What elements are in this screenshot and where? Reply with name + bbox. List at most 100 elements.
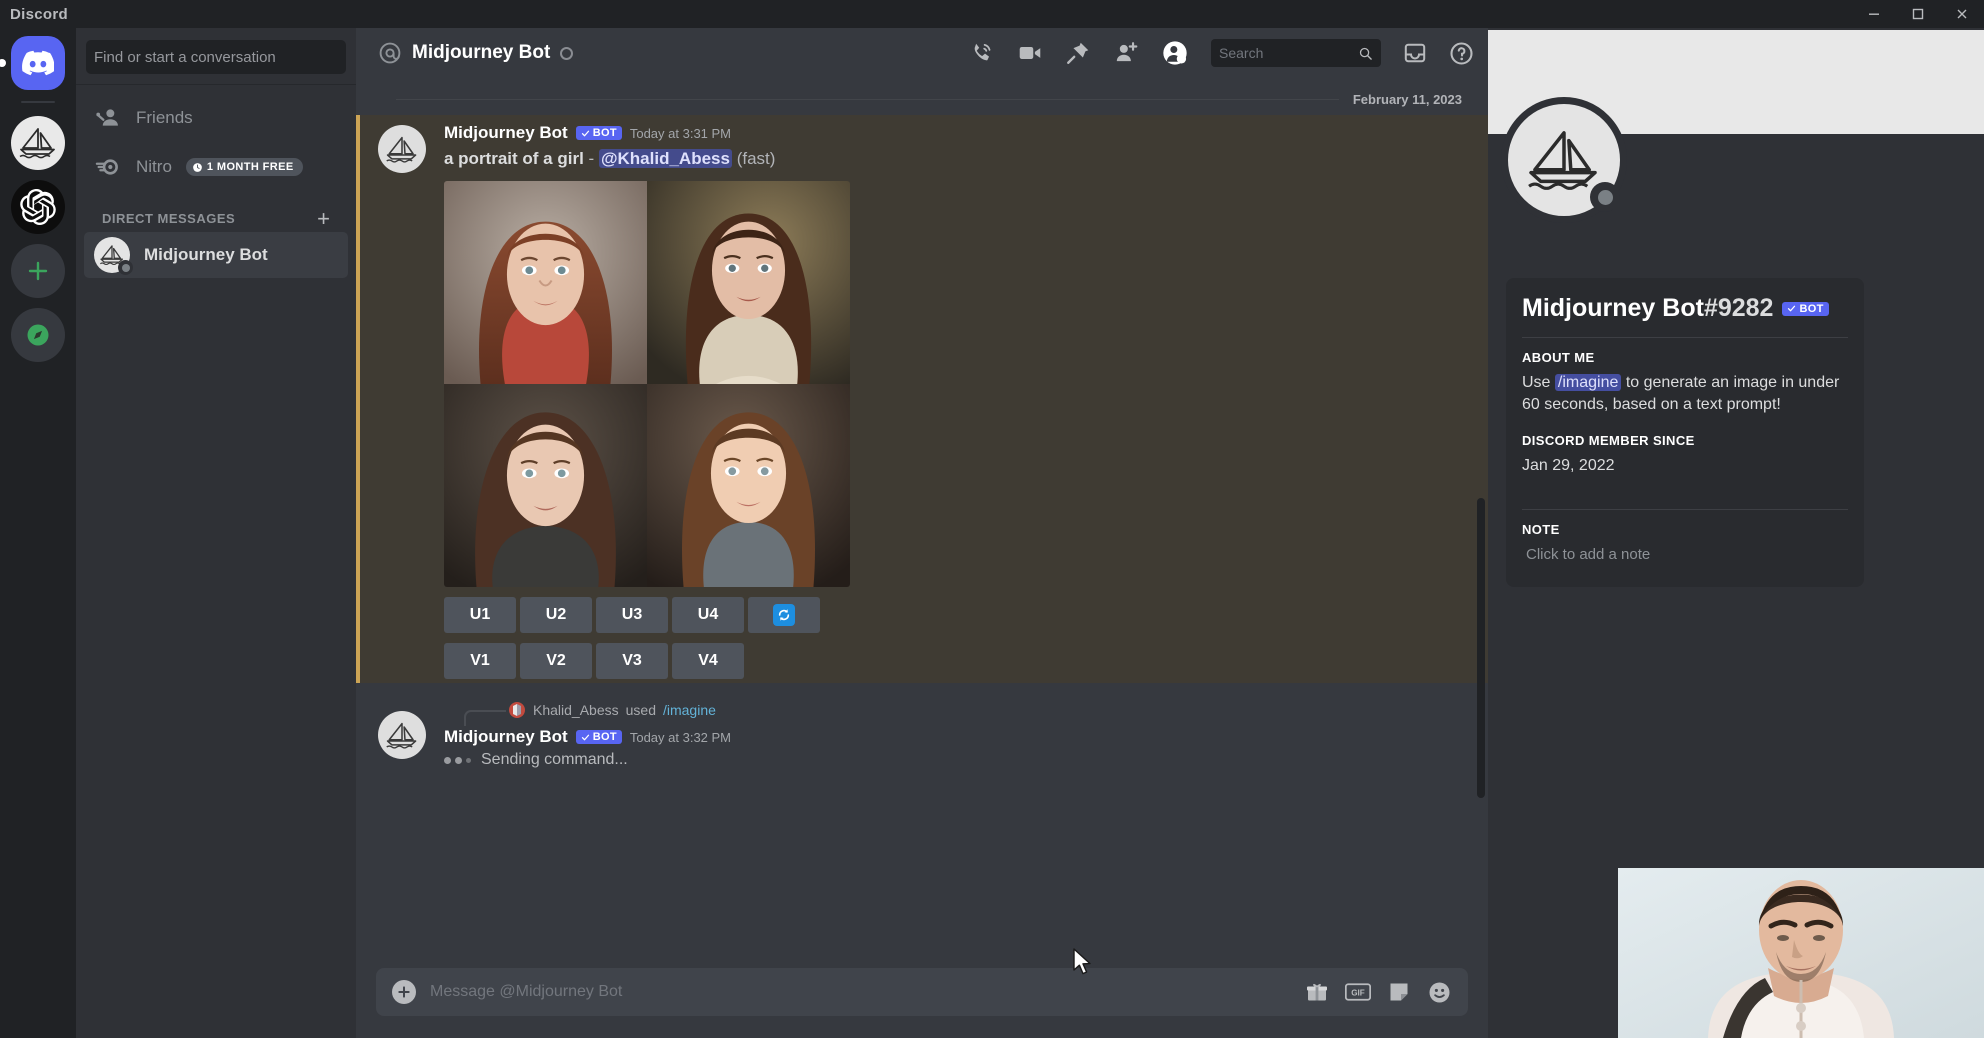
sidebar-item-server-openai[interactable]: [11, 180, 65, 234]
sidebar-item-discord-home[interactable]: [11, 36, 65, 90]
avatar[interactable]: [378, 125, 426, 173]
member-since-label: DISCORD MEMBER SINCE: [1522, 433, 1848, 448]
generated-image-grid[interactable]: [444, 181, 850, 587]
message-list[interactable]: February 11, 2023 Midjourney Bot: [356, 78, 1488, 988]
bot-badge-label: BOT: [1799, 303, 1823, 315]
prompt-dash: -: [589, 149, 595, 168]
generated-image-3[interactable]: [444, 384, 647, 587]
dm-list-item-label: Midjourney Bot: [144, 245, 268, 265]
message-timestamp: Today at 3:32 PM: [630, 730, 731, 745]
message-author[interactable]: Midjourney Bot: [444, 727, 568, 747]
maximize-button[interactable]: [1896, 0, 1940, 28]
message-scrollbar[interactable]: [1477, 498, 1485, 798]
start-voice-call-icon[interactable]: [969, 40, 995, 66]
command-reference-used: used: [626, 702, 656, 718]
nitro-icon: [94, 153, 122, 181]
avatar: [94, 237, 130, 273]
upscale-button-u2[interactable]: U2: [520, 597, 592, 633]
hide-user-profile-icon[interactable]: [1161, 39, 1189, 67]
sidebar-item-explore-servers[interactable]: [11, 308, 65, 362]
search-input[interactable]: Search: [1211, 39, 1381, 67]
sending-command-status: Sending command...: [444, 751, 1468, 769]
sidebar-item-add-server[interactable]: [11, 244, 65, 298]
upscale-button-u1[interactable]: U1: [444, 597, 516, 633]
avatar[interactable]: [1508, 104, 1620, 216]
find-conversation-input[interactable]: Find or start a conversation: [86, 40, 346, 74]
message-author[interactable]: Midjourney Bot: [444, 123, 568, 143]
composer-actions: GIF: [1305, 980, 1452, 1005]
upscale-button-u3[interactable]: U3: [596, 597, 668, 633]
plus-icon: [26, 259, 50, 283]
friends-icon: [94, 104, 122, 132]
avatar: [508, 701, 526, 719]
command-reference-user[interactable]: Khalid_Abess: [533, 702, 619, 718]
prompt-text: a portrait of a girl: [444, 149, 584, 168]
sending-command-label: Sending command...: [481, 751, 628, 769]
rail-divider: [21, 101, 55, 103]
sidebar-item-server-midjourney[interactable]: [11, 116, 65, 170]
loading-dots-icon: [444, 757, 471, 764]
message-composer: Message @Midjourney Bot GIF: [356, 960, 1488, 1038]
upload-attachment-button[interactable]: [392, 980, 416, 1004]
sticker-icon[interactable]: [1387, 980, 1411, 1004]
generated-image-4[interactable]: [647, 384, 850, 587]
upscale-button-row: U1 U2 U3 U4: [444, 597, 1468, 633]
at-sign-icon: [378, 41, 402, 65]
gift-icon[interactable]: [1305, 980, 1329, 1004]
prompt-mention[interactable]: @Khalid_Abess: [599, 149, 732, 168]
generated-image-1[interactable]: [444, 181, 647, 384]
plus-circle-icon: [396, 984, 412, 1000]
help-icon[interactable]: [1449, 41, 1474, 66]
reroll-button[interactable]: [748, 597, 820, 633]
create-dm-button[interactable]: +: [317, 212, 330, 226]
variation-button-v4[interactable]: V4: [672, 643, 744, 679]
server-rail: [0, 28, 76, 1038]
about-me-prefix: Use: [1522, 374, 1550, 391]
avatar[interactable]: [378, 711, 426, 759]
refresh-icon: [773, 604, 795, 626]
emoji-icon[interactable]: [1427, 980, 1452, 1005]
profile-card: Midjourney Bot#9282 BOT ABOUT ME Use /im…: [1506, 278, 1864, 587]
close-button[interactable]: [1940, 0, 1984, 28]
nitro-promo-badge-label: 1 MONTH FREE: [207, 161, 294, 173]
sidebar-item-friends[interactable]: Friends: [84, 95, 348, 141]
sidebar-item-nitro[interactable]: Nitro 1 MONTH FREE: [84, 144, 348, 190]
generated-image-2[interactable]: [647, 181, 850, 384]
start-video-call-icon[interactable]: [1017, 40, 1043, 66]
find-conversation-placeholder: Find or start a conversation: [94, 49, 276, 66]
presenter-video: [1618, 868, 1984, 1038]
variation-button-v1[interactable]: V1: [444, 643, 516, 679]
chat-header-actions: Search: [969, 39, 1474, 67]
about-me-command[interactable]: /imagine: [1555, 374, 1621, 391]
about-me-label: ABOUT ME: [1522, 350, 1848, 365]
variation-button-v3[interactable]: V3: [596, 643, 668, 679]
direct-messages-header: DIRECT MESSAGES +: [84, 193, 348, 232]
upscale-button-u4[interactable]: U4: [672, 597, 744, 633]
sailboat-icon: [385, 135, 419, 164]
sidebar-item-nitro-label: Nitro: [136, 157, 172, 177]
day-divider-label: February 11, 2023: [1347, 92, 1468, 107]
command-reference-command[interactable]: /imagine: [663, 702, 716, 718]
message-sending-command: Khalid_Abess used /imagine Midjourney Bo…: [356, 683, 1488, 773]
status-badge: BOT: [576, 730, 622, 744]
message-prompt: a portrait of a girl - @Khalid_Abess (fa…: [444, 149, 1468, 169]
dm-list-item-midjourney-bot[interactable]: Midjourney Bot: [84, 232, 348, 278]
gif-icon[interactable]: GIF: [1345, 982, 1371, 1002]
chat-header: Midjourney Bot: [356, 28, 1488, 78]
add-friends-to-dm-icon[interactable]: [1113, 40, 1139, 66]
inbox-icon[interactable]: [1403, 41, 1427, 65]
variation-button-v2[interactable]: V2: [520, 643, 592, 679]
message-input[interactable]: Message @Midjourney Bot: [430, 983, 1291, 1001]
variation-button-row: V1 V2 V3 V4: [444, 643, 1468, 679]
note-label: NOTE: [1522, 522, 1848, 537]
window-controls: [1852, 0, 1984, 28]
note-input[interactable]: Click to add a note: [1522, 544, 1848, 565]
sidebar-item-friends-label: Friends: [136, 108, 193, 128]
open-profile-indicator-icon: [560, 47, 573, 60]
user-avatar-icon: [509, 702, 525, 718]
sailboat-icon: [18, 126, 58, 160]
message-midjourney-result: Midjourney Bot BOT Today at 3:31 PM a po…: [356, 115, 1488, 683]
minimize-button[interactable]: [1852, 0, 1896, 28]
page-title: Midjourney Bot: [412, 42, 550, 64]
pinned-messages-icon[interactable]: [1065, 40, 1091, 66]
